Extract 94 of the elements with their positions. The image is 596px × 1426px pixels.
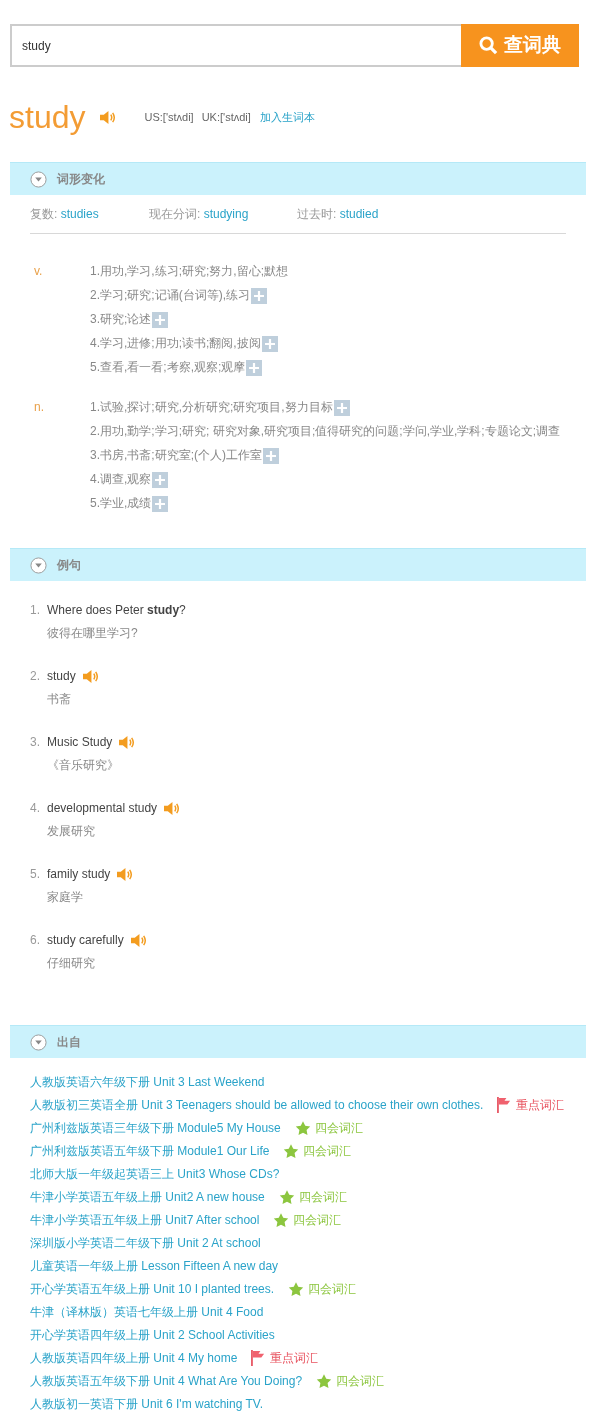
example-sentence: developmental study: [47, 800, 158, 817]
section-title: 出自: [57, 1034, 81, 1051]
source-link[interactable]: 开心学英语五年级上册 Unit 10 I planted trees.: [30, 1279, 275, 1298]
definition: 1.试验,探讨;研究,分析研究;研究项目,努力目标: [90, 395, 560, 419]
tag-label: 四会词汇: [298, 1188, 347, 1206]
example-translation: 《音乐研究》: [47, 757, 120, 774]
star-icon: [294, 1119, 311, 1136]
word-form: 过去时: studied: [297, 206, 380, 223]
expand-plus-icon[interactable]: [263, 448, 279, 464]
search-icon: [479, 36, 498, 55]
expand-plus-icon[interactable]: [246, 360, 263, 376]
flag-icon: [251, 1349, 267, 1366]
star-icon: [283, 1142, 300, 1159]
source-link[interactable]: 人教版初一英语下册 Unit 6 I'm watching TV.: [30, 1394, 264, 1413]
tag-label: 重点词汇: [270, 1349, 319, 1367]
source-link[interactable]: 牛津小学英语五年级上册 Unit2 A new house: [30, 1187, 265, 1206]
definition: 4.学习,进修;用功;读书;翻阅,披阅: [90, 331, 288, 355]
star-icon: [316, 1372, 333, 1389]
example-sentence: study: [47, 668, 76, 685]
speaker-icon[interactable]: [116, 866, 134, 882]
expand-plus-icon[interactable]: [152, 496, 169, 512]
example-number: 6.: [30, 932, 41, 949]
source-link[interactable]: 人教版英语四年级上册 Unit 4 My home: [30, 1348, 238, 1367]
expand-plus-icon[interactable]: [152, 312, 169, 328]
source-link[interactable]: 牛津小学英语五年级上册 Unit7 After school: [30, 1210, 260, 1229]
tag-label: 四会词汇: [314, 1119, 363, 1137]
section-title: 词形变化: [57, 171, 105, 188]
collapse-icon[interactable]: [30, 556, 47, 574]
example-translation: 仔细研究: [47, 955, 96, 972]
definition: 5.查看,看一看;考察,观察;观摩: [90, 355, 288, 379]
speaker-icon[interactable]: [163, 800, 181, 816]
source-link[interactable]: 儿童英语一年级上册 Lesson Fifteen A new day: [30, 1256, 279, 1275]
word-form: 复数: studies: [30, 206, 100, 223]
star-icon: [273, 1211, 290, 1228]
example-number: 2.: [30, 668, 41, 685]
source-link[interactable]: 开心学英语四年级上册 Unit 2 School Activities: [30, 1325, 275, 1344]
source-link[interactable]: 广州利兹版英语五年级下册 Module1 Our Life: [30, 1141, 270, 1160]
flag-icon: [497, 1096, 513, 1113]
example-sentence: family study: [47, 866, 111, 883]
source-link[interactable]: 深圳版小学英语二年级下册 Unit 2 At school: [30, 1233, 261, 1252]
example-translation: 家庭学: [47, 889, 84, 906]
source-link[interactable]: 牛津（译林版）英语七年级上册 Unit 4 Food: [30, 1302, 264, 1321]
expand-plus-icon[interactable]: [251, 288, 267, 304]
source-link[interactable]: 北师大版一年级起英语三上 Unit3 Whose CDs?: [30, 1164, 280, 1183]
tag-label: 重点词汇: [516, 1096, 565, 1114]
source-link[interactable]: 人教版英语六年级下册 Unit 3 Last Weekend: [30, 1072, 265, 1091]
definition: 5.学业,成绩: [90, 491, 560, 515]
star-icon: [278, 1188, 295, 1205]
example-number: 5.: [30, 866, 41, 883]
headword: study: [9, 101, 86, 133]
collapse-icon[interactable]: [30, 170, 47, 188]
tag-label: 四会词汇: [336, 1372, 385, 1390]
section-header[interactable]: 例句: [10, 548, 586, 581]
collapse-icon[interactable]: [30, 1033, 47, 1051]
tag-label: 四会词汇: [303, 1142, 352, 1160]
speaker-icon[interactable]: [129, 932, 147, 948]
source-link[interactable]: 广州利兹版英语三年级下册 Module5 My House: [30, 1118, 281, 1137]
definition: 2.用功,勤学;学习;研究; 研究对象,研究项目;值得研究的问题;学问,学业,学科;专题论文;调查: [90, 423, 560, 440]
example-number: 1.: [30, 602, 41, 619]
example-sentence: study carefully: [47, 932, 124, 949]
tag-label: 四会词汇: [293, 1211, 342, 1229]
section-header[interactable]: 出自: [10, 1025, 586, 1058]
example-number: 3.: [30, 734, 41, 751]
example-translation: 书斋: [47, 691, 72, 708]
section-header[interactable]: 词形变化: [10, 162, 586, 195]
speaker-icon[interactable]: [81, 668, 99, 684]
example-translation: 发展研究: [47, 823, 96, 840]
source-link[interactable]: 人教版英语五年级下册 Unit 4 What Are You Doing?: [30, 1371, 303, 1390]
search-button[interactable]: 查词典: [461, 24, 579, 67]
section-title: 例句: [57, 557, 81, 574]
example-translation: 彼得在哪里学习?: [47, 625, 139, 642]
expand-plus-icon[interactable]: [333, 400, 350, 416]
speaker-icon[interactable]: [118, 734, 136, 750]
phonetic: UK:['stʌdi]: [201, 109, 251, 125]
example-sentence: Music Study: [47, 734, 113, 751]
part-of-speech: n.: [33, 399, 45, 416]
expand-plus-icon[interactable]: [152, 472, 169, 488]
definition: 1.用功,学习,练习;研究;努力,留心;默想: [90, 263, 288, 280]
definition: 2.学习;研究;记诵(台词等),练习: [90, 283, 288, 307]
part-of-speech: v.: [33, 263, 44, 280]
speaker-icon[interactable]: [99, 109, 117, 125]
star-icon: [288, 1280, 305, 1297]
expand-plus-icon[interactable]: [261, 336, 278, 352]
search-field[interactable]: study: [10, 24, 461, 67]
example-number: 4.: [30, 800, 41, 817]
definition: 3.研究;论述: [90, 307, 288, 331]
example-sentence: Where does Peter study?: [47, 602, 186, 619]
add-to-wordbook-link[interactable]: 加入生词本: [259, 108, 315, 126]
word-form: 现在分词: studying: [149, 206, 250, 223]
tag-label: 四会词汇: [308, 1280, 357, 1298]
phonetic: US:['stʌdi]: [144, 109, 194, 125]
source-link[interactable]: 人教版初三英语全册 Unit 3 Teenagers should be allowed to choose their own clothes.: [30, 1095, 484, 1114]
definition: 3.书房,书斋;研究室;(个人)工作室: [90, 443, 560, 467]
definition: 4.调查,观察: [90, 467, 560, 491]
